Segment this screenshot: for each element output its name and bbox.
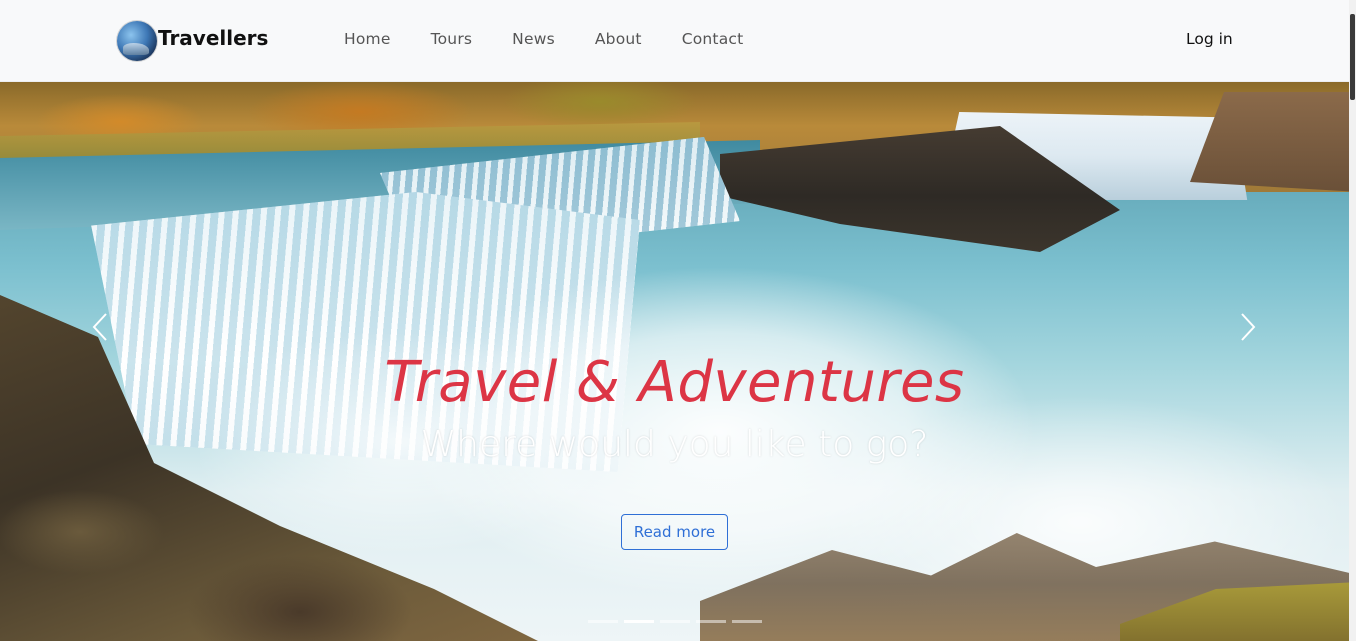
carousel-indicators <box>588 620 762 623</box>
globe-icon <box>117 21 157 61</box>
carousel-indicator[interactable] <box>696 620 726 623</box>
nav-news[interactable]: News <box>512 30 555 48</box>
nav-links: Home Tours News About Contact <box>344 30 743 48</box>
chevron-right-icon <box>1241 313 1256 341</box>
carousel-indicator[interactable] <box>588 620 618 623</box>
nav-tours[interactable]: Tours <box>431 30 473 48</box>
carousel-caption: Travel & Adventures Where would you like… <box>0 350 1349 550</box>
carousel-indicator[interactable] <box>732 620 762 623</box>
carousel-next-button[interactable] <box>1218 302 1278 352</box>
brand-name: Travellers <box>158 26 269 50</box>
scrollbar-thumb[interactable] <box>1350 14 1355 100</box>
carousel-indicator[interactable] <box>660 620 690 623</box>
nav-about[interactable]: About <box>595 30 642 48</box>
nav-home[interactable]: Home <box>344 30 391 48</box>
read-more-button[interactable]: Read more <box>620 514 729 550</box>
hero-title: Travel & Adventures <box>384 350 965 415</box>
hero-subtitle: Where would you like to go? <box>420 424 929 465</box>
brand-link[interactable]: Travellers <box>117 20 268 62</box>
login-link[interactable]: Log in <box>1186 30 1233 48</box>
hero-carousel: Travel & Adventures Where would you like… <box>0 82 1349 641</box>
chevron-left-icon <box>92 313 107 341</box>
carousel-indicator-active[interactable] <box>624 620 654 623</box>
carousel-prev-button[interactable] <box>70 302 130 352</box>
nav-contact[interactable]: Contact <box>682 30 744 48</box>
top-navbar: Travellers Home Tours News About Contact… <box>0 0 1349 82</box>
